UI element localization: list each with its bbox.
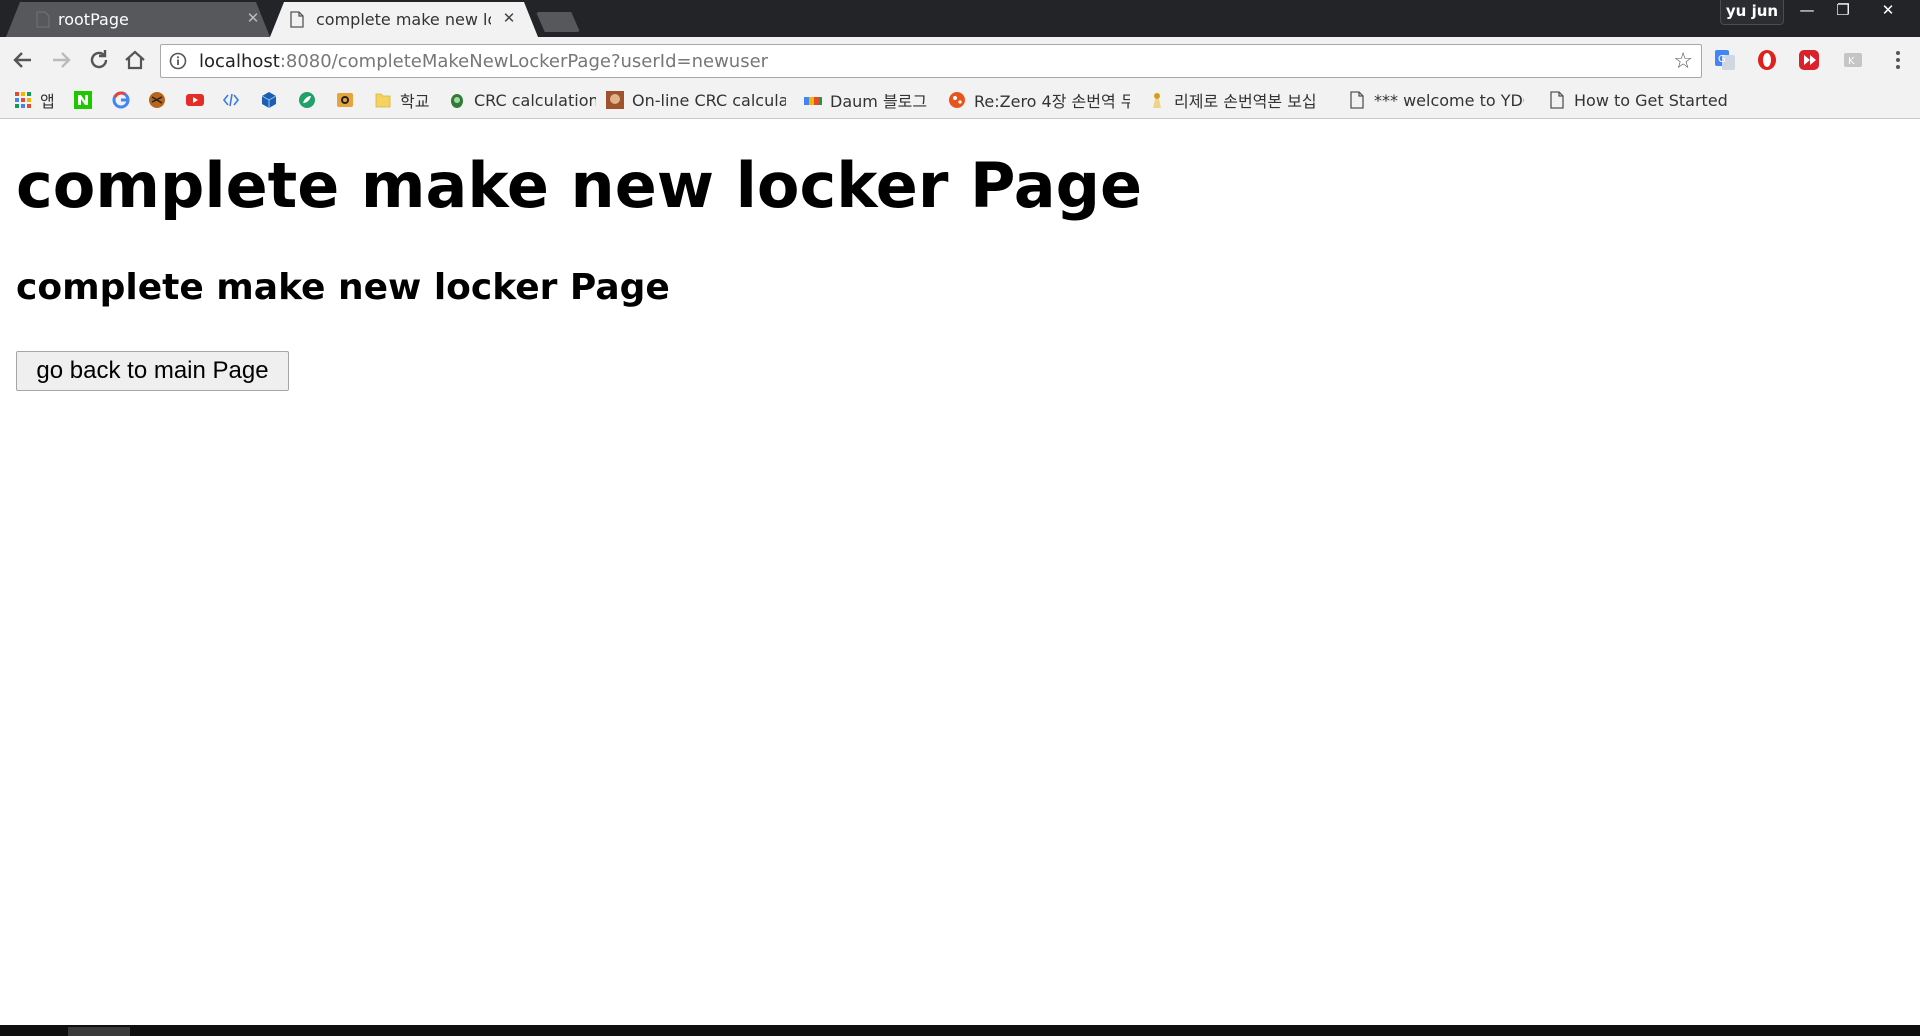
bookmark-label: Re:Zero 4장 손번역 두 <box>974 92 1130 111</box>
bookmark-label: 학교 <box>400 92 430 111</box>
bookmark-tiger[interactable] <box>148 89 174 111</box>
url-text[interactable]: localhost:8080/completeMakeNewLockerPage… <box>199 51 768 72</box>
bookmark-apps[interactable]: 앱 <box>14 89 55 111</box>
bookmark-label: CRC calculation <box>474 90 596 110</box>
bookmark-label: *** welcome to YDC <box>1374 90 1524 110</box>
close-window-icon[interactable]: ✕ <box>1864 0 1912 22</box>
tab-title: complete make new loc <box>316 10 491 29</box>
bookmark-label: Daum 블로그 <box>830 92 928 111</box>
bookmark-cube[interactable] <box>260 89 286 111</box>
svg-text:G: G <box>1718 54 1726 65</box>
back-arrow-icon[interactable] <box>8 45 38 75</box>
restore-icon[interactable]: ❐ <box>1822 0 1864 22</box>
page-content: complete make new locker Page complete m… <box>0 119 1920 1025</box>
forward-arrow-icon[interactable] <box>46 45 76 75</box>
tab-rootpage[interactable]: rootPage ✕ <box>6 2 270 37</box>
media-extension-icon[interactable] <box>1798 49 1820 71</box>
bookmark-daum-blog[interactable]: Daum 블로그 <box>804 89 932 111</box>
bookmark-code[interactable] <box>222 89 248 111</box>
bookmark-label: How to Get Started w <box>1574 90 1728 110</box>
page-icon <box>290 11 304 28</box>
page-subtitle: complete make new locker Page <box>16 267 670 308</box>
extension-gray-icon[interactable]: K <box>1842 49 1864 71</box>
page-icon <box>1350 91 1364 109</box>
page-title: complete make new locker Page <box>16 149 1143 222</box>
google-translate-icon[interactable]: G <box>1714 49 1736 71</box>
bookmark-rezero-translation[interactable]: 리제로 손번역본 보십 <box>1148 89 1330 111</box>
leaf-icon <box>299 92 315 108</box>
new-tab-button[interactable] <box>536 12 580 32</box>
folder-icon <box>375 93 391 108</box>
bookmark-online-crc[interactable]: On-line CRC calculati <box>606 89 786 111</box>
address-bar[interactable]: localhost:8080/completeMakeNewLockerPage… <box>160 44 1702 78</box>
tab-complete-make-new-locker[interactable]: complete make new loc ✕ <box>270 2 538 37</box>
close-icon[interactable]: ✕ <box>244 9 262 27</box>
go-back-to-main-button[interactable]: go back to main Page <box>16 351 289 391</box>
tab-title: rootPage <box>58 10 129 29</box>
svg-text:K: K <box>1848 56 1855 67</box>
bookmark-label: 리제로 손번역본 보십 <box>1174 92 1317 111</box>
profile-button[interactable]: yu jun <box>1720 0 1784 25</box>
bookmark-moneyhub[interactable] <box>336 89 362 111</box>
tiger-icon <box>149 92 165 108</box>
close-icon[interactable]: ✕ <box>500 9 518 27</box>
opera-icon[interactable] <box>1756 49 1778 71</box>
bookmark-naver[interactable] <box>74 89 100 111</box>
youtube-icon <box>186 94 204 106</box>
bookmark-leaf[interactable] <box>298 89 324 111</box>
bookmark-crc-calculation[interactable]: CRC calculation <box>448 89 596 111</box>
bookmarks-bar: 앱 학교 CRC calculation On-line CRC calcula… <box>0 81 1920 119</box>
taskbar-item[interactable] <box>68 1027 130 1036</box>
apps-grid-icon <box>15 92 31 108</box>
bookmark-star-icon[interactable]: ☆ <box>1673 49 1693 74</box>
code-icon <box>222 93 240 107</box>
bug-icon <box>451 94 463 108</box>
bookmark-folder-school[interactable]: 학교 <box>374 89 429 111</box>
info-icon[interactable] <box>169 52 187 70</box>
face-icon <box>606 91 624 109</box>
toolbar: localhost:8080/completeMakeNewLockerPage… <box>0 37 1920 81</box>
moneyhub-icon <box>337 93 353 107</box>
taskbar <box>0 1025 1920 1036</box>
reload-icon[interactable] <box>84 45 114 75</box>
bookmark-welcome-ydc[interactable]: *** welcome to YDC <box>1348 89 1524 111</box>
orange-globe-icon <box>949 92 965 108</box>
bookmark-rezero-4[interactable]: Re:Zero 4장 손번역 두 <box>948 89 1130 111</box>
menu-dots-icon[interactable] <box>1888 49 1908 71</box>
bookmark-label: On-line CRC calculati <box>632 90 786 110</box>
figure-icon <box>1153 93 1161 108</box>
cube-icon <box>261 92 277 108</box>
home-icon[interactable] <box>120 45 150 75</box>
url-host: localhost <box>199 51 280 72</box>
google-icon <box>112 91 130 109</box>
bookmark-google[interactable] <box>112 89 138 111</box>
naver-icon <box>74 91 92 109</box>
page-icon <box>36 11 50 28</box>
bookmark-youtube[interactable] <box>186 89 212 111</box>
bookmark-label: 앱 <box>40 92 55 111</box>
page-icon <box>1550 91 1564 109</box>
url-path: :8080/completeMakeNewLockerPage?userId=n… <box>279 51 769 72</box>
tab-strip: rootPage ✕ complete make new loc ✕ yu ju… <box>0 0 1920 37</box>
daum-icon <box>804 97 822 105</box>
bookmark-how-to-get-started[interactable]: How to Get Started w <box>1548 89 1728 111</box>
